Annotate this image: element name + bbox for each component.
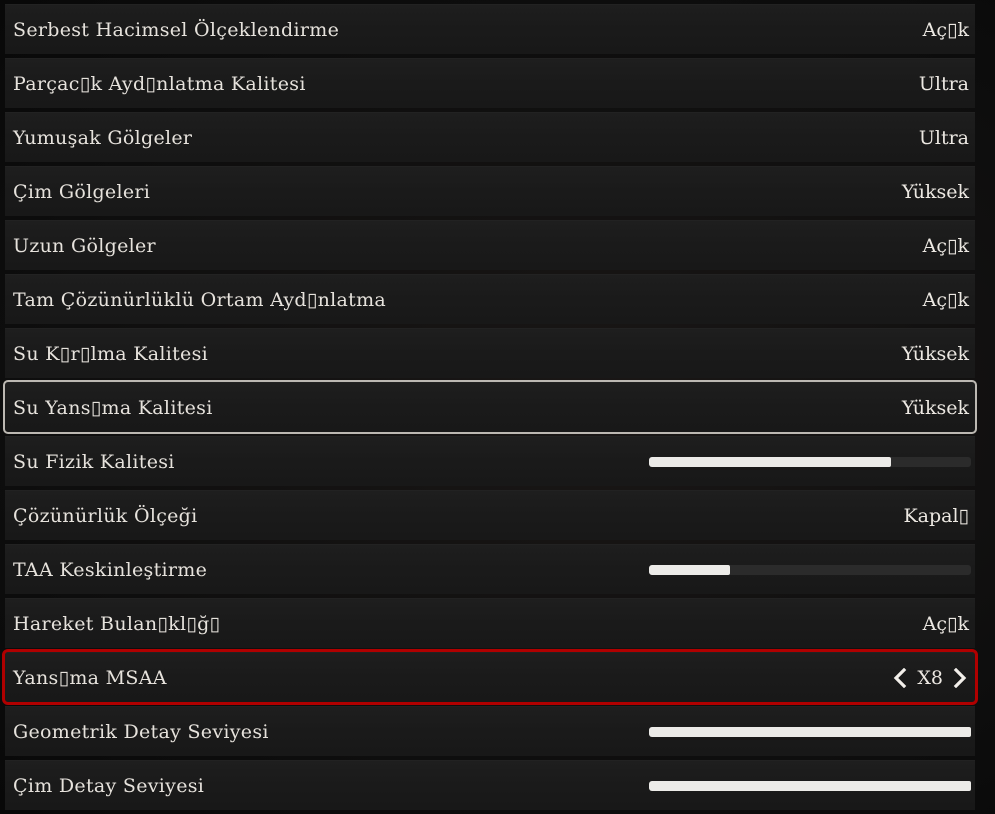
- value-stepper[interactable]: X8: [891, 667, 969, 689]
- setting-row-water-refraction-quality[interactable]: Su K▯r▯lma Kalitesi Yüksek: [5, 328, 975, 378]
- setting-row-full-res-ambient-lighting[interactable]: Tam Çözünürlüklü Ortam Ayd▯nlatma Aç▯k: [5, 274, 975, 324]
- setting-value: Yüksek: [901, 396, 969, 419]
- setting-slider[interactable]: [649, 456, 971, 467]
- setting-row-reflection-msaa[interactable]: Yans▯ma MSAA X8: [2, 649, 978, 705]
- setting-label: Çim Detay Seviyesi: [13, 774, 205, 797]
- setting-label: Su K▯r▯lma Kalitesi: [13, 342, 209, 365]
- setting-label: Tam Çözünürlüklü Ortam Ayd▯nlatma: [13, 288, 387, 311]
- setting-row-soft-shadows[interactable]: Yumuşak Gölgeler Ultra: [5, 112, 975, 162]
- setting-value: Aç▯k: [922, 612, 969, 635]
- setting-value: Aç▯k: [922, 288, 969, 311]
- setting-row-grass-shadows[interactable]: Çim Gölgeleri Yüksek: [5, 166, 975, 216]
- chevron-right-icon[interactable]: [951, 667, 969, 688]
- setting-value: Ultra: [918, 72, 969, 95]
- slider-fill: [649, 456, 891, 467]
- setting-value: Yüksek: [901, 180, 969, 203]
- setting-label: TAA Keskinleştirme: [13, 558, 208, 581]
- setting-value: X8: [917, 666, 943, 689]
- setting-value: Yüksek: [901, 342, 969, 365]
- setting-value: Aç▯k: [922, 18, 969, 41]
- slider-fill: [649, 564, 730, 575]
- setting-row-taa-sharpening[interactable]: TAA Keskinleştirme: [5, 544, 975, 594]
- setting-label: Yans▯ma MSAA: [13, 666, 167, 689]
- setting-row-water-physics-quality[interactable]: Su Fizik Kalitesi: [5, 436, 975, 486]
- setting-row-motion-blur[interactable]: Hareket Bulan▯kl▯ğ▯ Aç▯k: [5, 598, 975, 648]
- slider-fill: [649, 780, 971, 791]
- setting-label: Uzun Gölgeler: [13, 234, 156, 257]
- setting-slider[interactable]: [649, 564, 971, 575]
- setting-label: Çözünürlük Ölçeği: [13, 504, 198, 527]
- setting-label: Çim Gölgeleri: [13, 180, 151, 203]
- setting-label: Yumuşak Gölgeler: [13, 126, 193, 149]
- setting-row-resolution-scale[interactable]: Çözünürlük Ölçeği Kapal▯: [5, 490, 975, 540]
- setting-row-geometric-detail-level[interactable]: Geometrik Detay Seviyesi: [5, 706, 975, 756]
- graphics-settings-page: Serbest Hacimsel Ölçeklendirme Aç▯k Parç…: [0, 0, 995, 814]
- setting-label: Geometrik Detay Seviyesi: [13, 720, 269, 743]
- setting-label: Serbest Hacimsel Ölçeklendirme: [13, 18, 340, 41]
- setting-label: Su Yans▯ma Kalitesi: [13, 396, 213, 419]
- setting-value: Aç▯k: [922, 234, 969, 257]
- setting-row-long-shadows[interactable]: Uzun Gölgeler Aç▯k: [5, 220, 975, 270]
- settings-list: Serbest Hacimsel Ölçeklendirme Aç▯k Parç…: [0, 4, 995, 814]
- chevron-left-icon[interactable]: [891, 667, 909, 688]
- setting-slider[interactable]: [649, 726, 971, 737]
- slider-fill: [649, 726, 971, 737]
- setting-label: Parçac▯k Ayd▯nlatma Kalitesi: [13, 72, 306, 95]
- setting-slider[interactable]: [649, 780, 971, 791]
- setting-value: Ultra: [918, 126, 969, 149]
- setting-value: Kapal▯: [903, 504, 969, 527]
- setting-row-free-volumetric-scaling[interactable]: Serbest Hacimsel Ölçeklendirme Aç▯k: [5, 4, 975, 54]
- setting-label: Hareket Bulan▯kl▯ğ▯: [13, 612, 221, 635]
- setting-row-grass-detail-level[interactable]: Çim Detay Seviyesi: [5, 760, 975, 810]
- setting-label: Su Fizik Kalitesi: [13, 450, 175, 473]
- setting-row-water-reflection-quality[interactable]: Su Yans▯ma Kalitesi Yüksek: [3, 380, 977, 434]
- setting-row-particle-lighting-quality[interactable]: Parçac▯k Ayd▯nlatma Kalitesi Ultra: [5, 58, 975, 108]
